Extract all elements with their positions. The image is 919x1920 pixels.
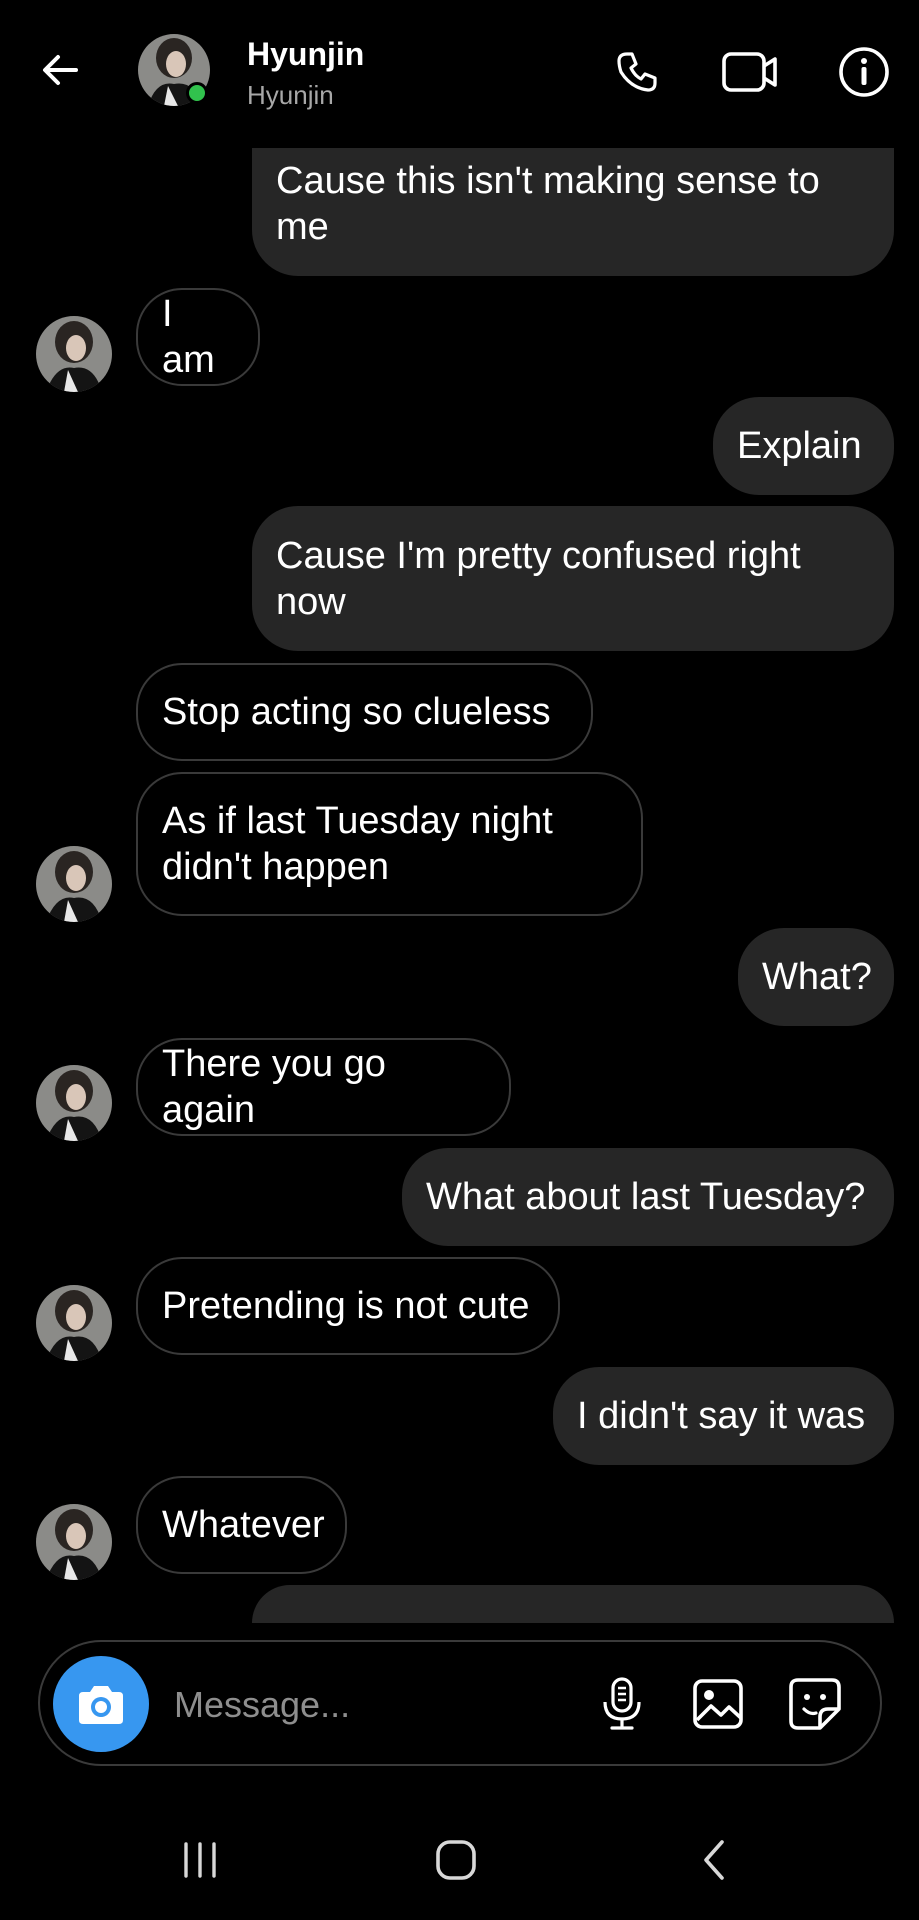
message-bubble-received[interactable]: Stop acting so clueless <box>136 663 593 761</box>
message-bubble-received[interactable]: Whatever <box>136 1476 347 1574</box>
image-icon <box>693 1679 743 1729</box>
info-icon <box>839 47 889 97</box>
message-text: What about last Tuesday? <box>426 1176 866 1218</box>
message-bubble-received[interactable]: As if last Tuesday night didn't happen <box>136 772 643 916</box>
message-text: I didn't say it was <box>577 1395 866 1437</box>
message-bubble-sent[interactable]: I didn't say it was <box>553 1367 894 1465</box>
arrow-left-icon <box>43 55 78 85</box>
nav-recents-button[interactable] <box>160 1825 240 1895</box>
avatar <box>36 1285 112 1361</box>
camera-button[interactable] <box>53 1656 149 1752</box>
phone-icon <box>617 52 657 92</box>
message-bubble-sent-partial[interactable] <box>252 1585 894 1623</box>
message-text: Stop acting so clueless <box>162 691 551 733</box>
gallery-button[interactable] <box>686 1672 750 1736</box>
message-bubble-sent[interactable]: What about last Tuesday? <box>402 1148 894 1246</box>
sticker-button[interactable] <box>783 1672 847 1736</box>
avatar <box>36 1065 112 1141</box>
nav-back-button[interactable] <box>674 1825 754 1895</box>
message-text: I am <box>162 293 215 381</box>
message-bubble-sent[interactable]: Explain <box>713 397 894 495</box>
home-icon <box>436 1840 476 1880</box>
message-input[interactable] <box>172 1672 576 1738</box>
voice-message-button[interactable] <box>590 1672 654 1736</box>
chat-header: Hyunjin Hyunjin <box>0 0 919 145</box>
avatar <box>36 1504 112 1580</box>
video-call-button[interactable] <box>720 42 780 102</box>
contact-username: Hyunjin <box>247 80 334 110</box>
message-text: Cause I'm pretty confused right now <box>276 534 801 623</box>
message-bubble-sent[interactable]: Cause I'm pretty confused right now <box>252 506 894 651</box>
message-text: There you go again <box>162 1043 386 1131</box>
message-bubble-sent[interactable]: What? <box>738 928 894 1026</box>
video-camera-icon <box>722 52 777 92</box>
message-bubble-received[interactable]: There you go again <box>136 1038 511 1136</box>
chevron-left-icon <box>704 1840 724 1880</box>
back-button[interactable] <box>32 42 88 98</box>
message-text: Pretending is not cute <box>162 1285 530 1327</box>
online-status-dot <box>186 82 208 104</box>
camera-icon <box>79 1686 123 1724</box>
message-text: Whatever <box>162 1504 325 1546</box>
message-bubble-received[interactable]: I am <box>136 288 260 386</box>
sticker-icon <box>789 1678 841 1730</box>
message-text: Cause this isn't making sense to me <box>276 160 820 248</box>
microphone-icon <box>603 1677 641 1730</box>
message-text: As if last Tuesday night didn't happen <box>162 800 553 888</box>
message-text: What? <box>762 956 872 998</box>
contact-name[interactable]: Hyunjin <box>247 36 364 73</box>
voice-call-button[interactable] <box>607 42 667 102</box>
message-bubble-received[interactable]: Pretending is not cute <box>136 1257 560 1355</box>
info-button[interactable] <box>834 42 894 102</box>
avatar <box>36 316 112 392</box>
avatar <box>36 846 112 922</box>
message-text: Explain <box>737 425 862 467</box>
recents-icon <box>184 1842 216 1878</box>
message-bubble-sent[interactable]: Cause this isn't making sense to me <box>252 148 894 276</box>
nav-home-button[interactable] <box>416 1825 496 1895</box>
